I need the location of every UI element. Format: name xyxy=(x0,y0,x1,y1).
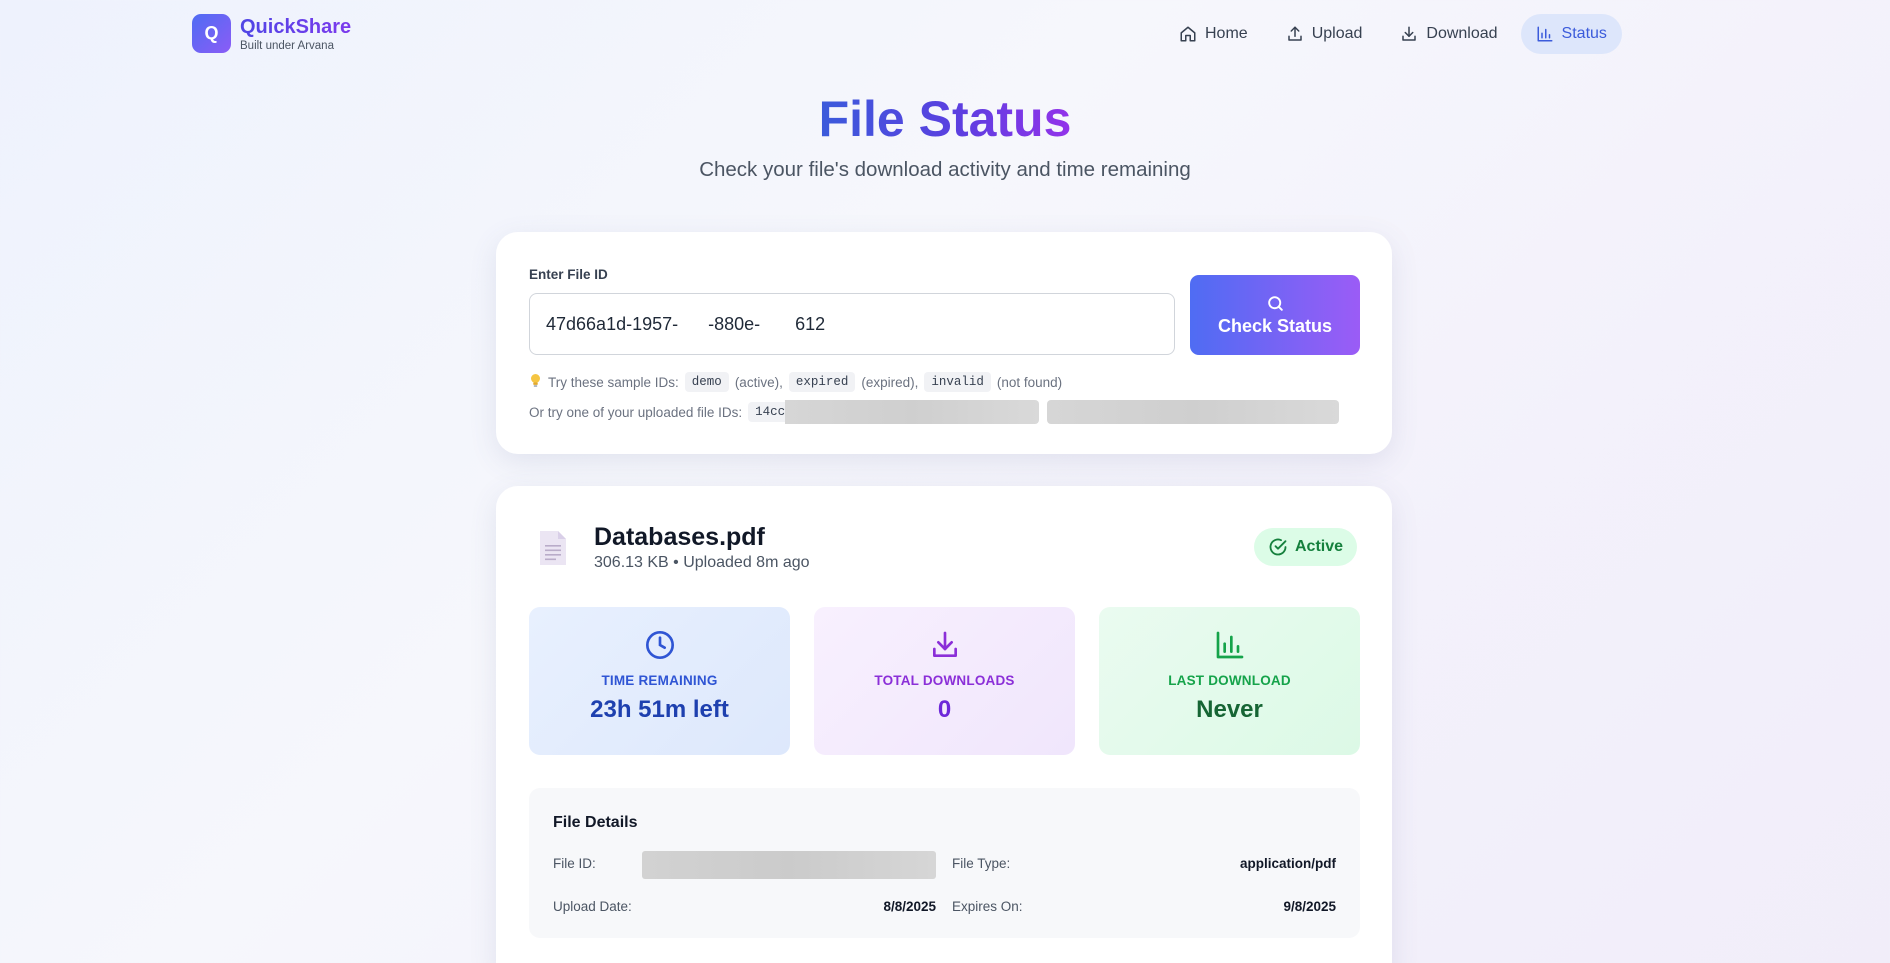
last-download-value: Never xyxy=(1196,696,1263,723)
document-icon xyxy=(538,530,568,571)
upload-date-value: 8/8/2025 xyxy=(883,899,936,914)
sample-ids-hint: Try these sample IDs: demo (active), exp… xyxy=(529,372,1062,392)
uploaded-ids-prefix: Or try one of your uploaded file IDs: xyxy=(529,404,743,420)
bar-chart-icon xyxy=(1214,629,1246,661)
brand[interactable]: Q QuickShare Built under Arvana xyxy=(192,14,351,53)
clock-icon xyxy=(644,629,676,661)
status-badge-label: Active xyxy=(1295,538,1344,555)
redacted-file-id xyxy=(642,851,936,879)
search-icon xyxy=(1267,295,1283,311)
main-nav: Home Upload Download Status xyxy=(1156,14,1622,54)
page-title-text: File Status xyxy=(818,91,1072,147)
top-header: Q QuickShare Built under Arvana Home Upl… xyxy=(0,0,1890,70)
file-meta: 306.13 KB • Uploaded 8m ago xyxy=(594,554,810,571)
file-details-title: File Details xyxy=(553,814,638,831)
lightbulb-icon xyxy=(529,373,542,391)
nav-home[interactable]: Home xyxy=(1164,14,1263,54)
nav-download-label: Download xyxy=(1426,25,1498,42)
redacted-id-2[interactable] xyxy=(1047,400,1340,424)
upload-date-label: Upload Date: xyxy=(553,899,632,914)
nav-home-label: Home xyxy=(1205,25,1248,42)
brand-name: QuickShare xyxy=(240,15,352,38)
nav-download[interactable]: Download xyxy=(1385,14,1512,54)
download-icon xyxy=(929,629,961,661)
file-id-detail-label: File ID: xyxy=(553,856,596,871)
bar-chart-icon xyxy=(1537,26,1553,42)
uploaded-id-chip-1[interactable]: 14cc xyxy=(748,402,786,422)
expires-on-value: 9/8/2025 xyxy=(1283,899,1336,914)
sample-id-demo[interactable]: demo xyxy=(684,372,729,392)
sample-id-invalid[interactable]: invalid xyxy=(924,372,991,392)
total-downloads-stat: TOTAL DOWNLOADS 0 xyxy=(814,607,1075,755)
check-circle-icon xyxy=(1269,538,1287,556)
total-downloads-label: TOTAL DOWNLOADS xyxy=(874,673,1015,688)
download-icon xyxy=(1402,26,1417,41)
file-id-input[interactable] xyxy=(529,293,1175,355)
sample-note-demo: (active), xyxy=(734,374,783,390)
nav-status-label: Status xyxy=(1561,25,1607,42)
check-status-button[interactable]: Check Status xyxy=(1190,275,1360,355)
expires-on-label: Expires On: xyxy=(952,899,1023,914)
search-card: Enter File ID Check Status Try these sam… xyxy=(496,232,1392,454)
total-downloads-value: 0 xyxy=(937,696,952,723)
sample-id-expired[interactable]: expired xyxy=(788,372,856,392)
last-download-label: LAST DOWNLOAD xyxy=(1168,673,1291,688)
status-badge: Active xyxy=(1254,528,1358,566)
file-name: Databases.pdf xyxy=(594,523,765,551)
file-details-panel: File Details File ID: File Type: applica… xyxy=(529,788,1360,938)
file-type-label: File Type: xyxy=(952,856,1011,871)
time-remaining-label: TIME REMAINING xyxy=(601,673,718,688)
time-remaining-value: 23h 51m left xyxy=(590,696,729,723)
logo: Q xyxy=(192,14,231,53)
sample-note-expired: (expired), xyxy=(861,374,919,390)
nav-upload-label: Upload xyxy=(1311,25,1363,42)
uploaded-ids-hint: Or try one of your uploaded file IDs: 14… xyxy=(529,400,1340,424)
check-status-label: Check Status xyxy=(1217,315,1333,336)
sample-ids-prefix: Try these sample IDs: xyxy=(548,374,679,390)
nav-upload[interactable]: Upload xyxy=(1271,14,1378,54)
file-id-label: Enter File ID xyxy=(529,267,608,282)
file-type-value: application/pdf xyxy=(1240,856,1336,871)
nav-status[interactable]: Status xyxy=(1520,14,1622,54)
time-remaining-stat: TIME REMAINING 23h 51m left xyxy=(529,607,790,755)
redacted-id-1 xyxy=(785,400,1040,424)
brand-subtitle: Built under Arvana xyxy=(240,39,334,52)
upload-icon xyxy=(1287,26,1302,41)
last-download-stat: LAST DOWNLOAD Never xyxy=(1099,607,1360,755)
page-subtitle: Check your file's download activity and … xyxy=(699,158,1191,181)
page-title: File Status xyxy=(0,88,1890,150)
sample-note-invalid: (not found) xyxy=(996,374,1063,390)
file-status-card: Databases.pdf 306.13 KB • Uploaded 8m ag… xyxy=(496,486,1392,963)
brand-text: QuickShare Built under Arvana xyxy=(240,15,351,53)
home-icon xyxy=(1180,26,1196,42)
